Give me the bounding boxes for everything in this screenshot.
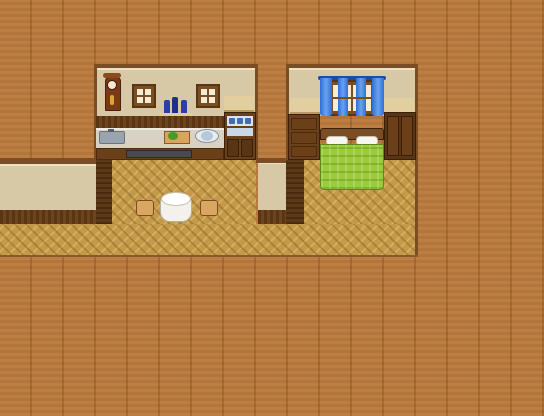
stool-left[interactable]: [136, 200, 154, 216]
dresser[interactable]: [288, 114, 320, 160]
plate-rack[interactable]: [193, 128, 223, 146]
bottle-icon: [181, 100, 187, 114]
bottle-icon: [172, 97, 178, 114]
bedroom-shelf-left: [290, 98, 320, 114]
curtain-right[interactable]: [372, 78, 384, 116]
kitchen-window-left[interactable]: [132, 84, 156, 108]
bedroom-window[interactable]: [328, 80, 376, 116]
west-wainscot: [0, 210, 96, 224]
vegetables-icon: [168, 132, 178, 140]
west-pillar: [96, 160, 112, 224]
plate-icon: [201, 131, 213, 141]
clock-pendulum: [110, 95, 114, 105]
cup-icon: [229, 118, 235, 124]
dresser-drawer: [291, 146, 317, 157]
bed-blanket: [320, 144, 384, 190]
round-table[interactable]: [160, 192, 192, 224]
middle-wainscot: [258, 210, 286, 224]
kitchen-sink[interactable]: [99, 131, 125, 144]
curtain-left[interactable]: [320, 78, 332, 116]
dresser-drawer: [291, 132, 317, 144]
wine-bottles[interactable]: [162, 96, 190, 114]
middle-wall-top: [256, 158, 288, 163]
wall-clock[interactable]: [103, 71, 121, 111]
counter-stovetop: [126, 150, 192, 158]
kitchen-window-right[interactable]: [196, 84, 220, 108]
clock-top: [103, 73, 121, 78]
sink-faucet-icon: [108, 129, 114, 132]
bottle-icon: [164, 100, 170, 114]
wardrobe-door: [401, 116, 413, 156]
main-floor[interactable]: [0, 224, 416, 256]
wardrobe[interactable]: [384, 112, 416, 160]
table-top: [161, 192, 191, 206]
kitchen-back-panel: [96, 116, 224, 128]
cupboard-door: [227, 139, 239, 157]
wardrobe-door: [387, 116, 399, 156]
bed[interactable]: [320, 128, 384, 192]
dish-cupboard[interactable]: [224, 112, 256, 160]
middle-wall: [258, 162, 286, 212]
middle-pillar: [286, 160, 304, 224]
stool-right[interactable]: [200, 200, 218, 216]
clock-face: [107, 80, 117, 90]
west-wall: [0, 164, 96, 210]
cupboard-door: [241, 139, 253, 157]
cupboard-shelf-mid: [227, 128, 253, 136]
map-background: [0, 0, 544, 416]
cup-icon: [245, 118, 251, 124]
dresser-drawer: [291, 118, 317, 130]
kitchen-wall-shelf: [224, 96, 254, 112]
bedroom-right-edge: [415, 64, 418, 256]
cup-icon: [237, 118, 243, 124]
floor-bottom-edge: [0, 255, 418, 257]
